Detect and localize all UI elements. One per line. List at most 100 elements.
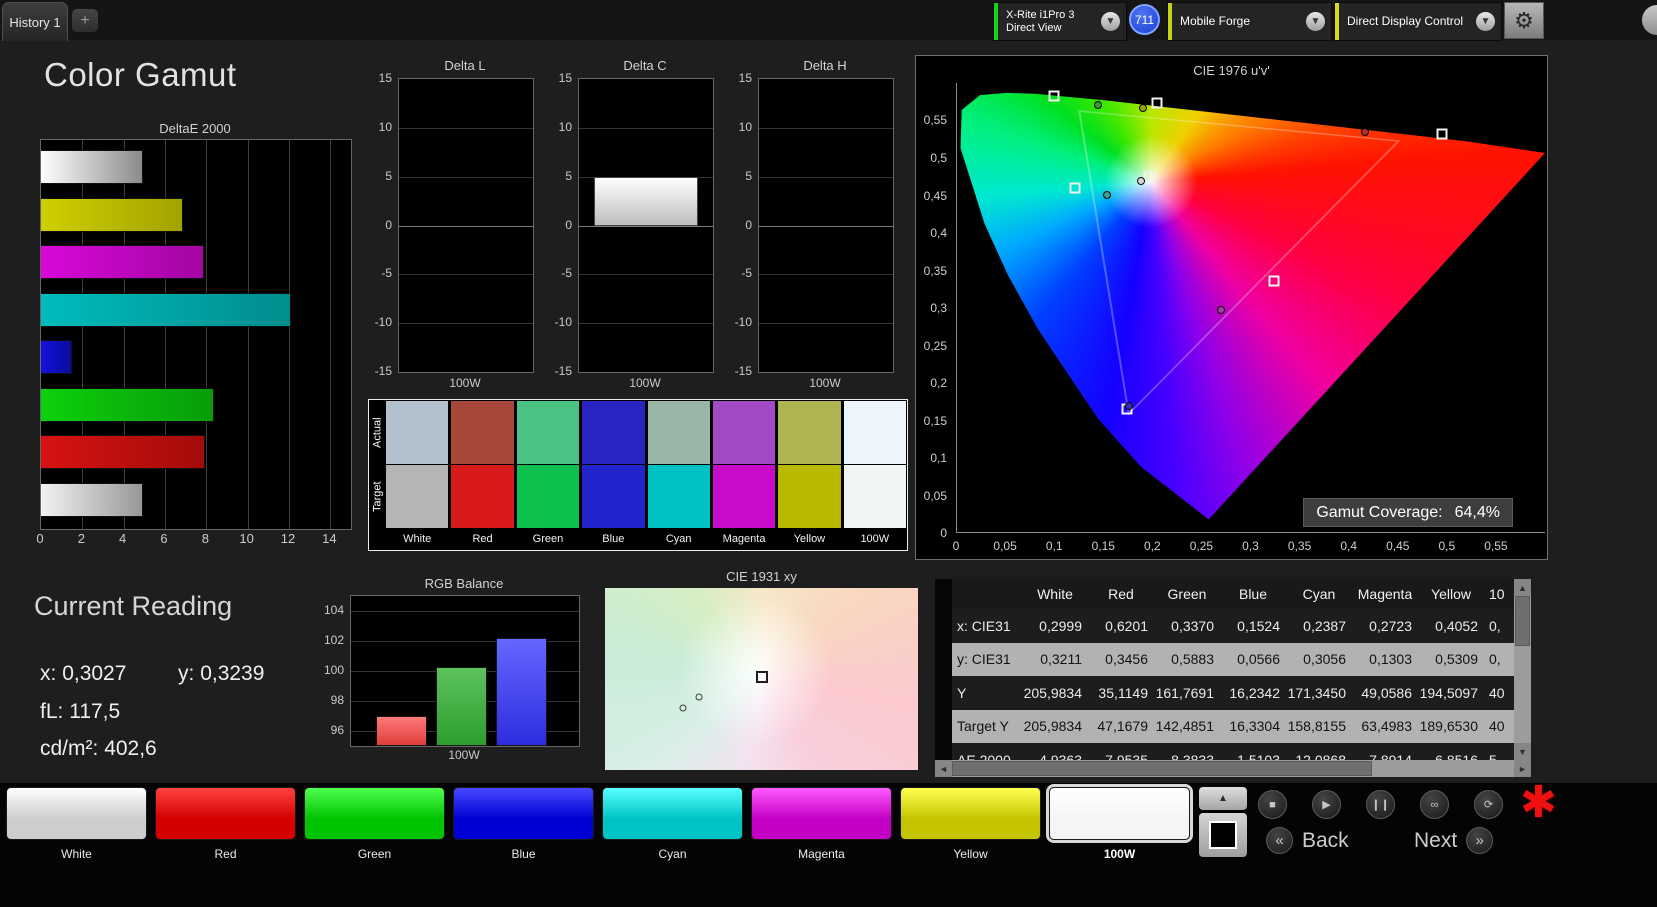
x-tick-label: 0,3 [1242, 539, 1259, 553]
patch-button-blue[interactable]: Blue [453, 787, 594, 861]
cie1931-field [605, 588, 918, 770]
measured-marker-blue [1125, 402, 1134, 411]
table-cell: 49,0586 [1361, 684, 1412, 701]
swatch-column-white: White [386, 401, 449, 550]
scroll-right-icon[interactable]: ► [1514, 760, 1531, 777]
patch-label: Blue [511, 847, 536, 861]
scroll-up-icon[interactable]: ▲ [1514, 579, 1531, 596]
refresh-button[interactable]: ⟳ [1474, 790, 1503, 819]
scroll-down-icon[interactable]: ▼ [1514, 743, 1531, 760]
x-tick-label: 0,1 [1045, 539, 1063, 553]
patch-button-red[interactable]: Red [155, 787, 296, 861]
pause-button[interactable]: ❙❙ [1366, 790, 1395, 819]
patch-swatch [900, 787, 1041, 840]
patch-window-button[interactable] [1199, 813, 1247, 857]
patch-window-icon [1209, 821, 1237, 849]
patch-label: Magenta [798, 847, 845, 861]
source-dropdown[interactable]: Mobile Forge ▼ [1167, 2, 1332, 41]
table-header-cell: 10 [1489, 586, 1505, 602]
y-tick-label: 15 [558, 71, 572, 85]
meter-count-badge[interactable]: 711 [1129, 4, 1160, 35]
measuring-indicator[interactable]: ✱ [1520, 777, 1557, 828]
x-tick-label: 0 [952, 539, 960, 553]
scroll-left-icon[interactable]: ◄ [935, 760, 952, 777]
collapse-button[interactable]: ▲ [1199, 787, 1247, 810]
table-cell: 40 [1489, 684, 1505, 701]
help-button[interactable] [1642, 5, 1657, 35]
patch-button-cyan[interactable]: Cyan [602, 787, 743, 861]
y-tick-label: 0,25 [923, 338, 947, 353]
horizontal-scroll-thumb[interactable] [952, 761, 1372, 776]
settings-button[interactable]: ⚙ [1504, 2, 1544, 39]
stop-button[interactable]: ■ [1258, 790, 1287, 819]
y-tick-label: -10 [374, 315, 392, 330]
delta-c-plot [578, 78, 714, 373]
table-vertical-scrollbar[interactable]: ▲ ▼ [1514, 579, 1531, 760]
patch-button-white[interactable]: White [6, 787, 147, 861]
table-cell: 171,3450 [1287, 684, 1346, 701]
back-button[interactable]: « Back [1266, 827, 1349, 854]
table-row[interactable]: y: CIE31 0,3211 0,3456 0,5883 0,0566 0,3056 0,… [952, 642, 1514, 676]
table-row[interactable]: Target Y 205,9834 47,1679 142,4851 16,3304 15… [952, 709, 1514, 743]
chevron-down-icon[interactable]: ▼ [1476, 12, 1495, 31]
table-cell: 6,8516 [1435, 751, 1478, 760]
display-control-dropdown[interactable]: Direct Display Control ▼ [1334, 2, 1502, 41]
delta-h-title: Delta H [803, 58, 847, 73]
target-marker-white [755, 671, 768, 684]
continuous-button[interactable]: ∞ [1420, 790, 1449, 819]
swatch-label: Yellow [793, 533, 826, 545]
swatch-label: Green [532, 533, 564, 545]
add-tab-button[interactable]: + [72, 9, 98, 32]
deltae-bar-green [41, 387, 215, 422]
table-cell: 35,1149 [1098, 684, 1148, 701]
play-button[interactable]: ▶ [1312, 790, 1341, 819]
table-row[interactable]: x: CIE31 0,2999 0,6201 0,3370 0,1524 0,2387 0,… [952, 609, 1514, 643]
gridline [759, 323, 893, 325]
target-marker-green [1048, 90, 1060, 102]
table-cell: 0,3456 [1105, 651, 1148, 668]
x-tick-label: 8 [201, 531, 209, 546]
patch-button-magenta[interactable]: Magenta [751, 787, 892, 861]
patch-button-yellow[interactable]: Yellow [900, 787, 1041, 861]
cie1976-xlabels: 0 0,05 0,1 0,15 0,2 0,25 0,3 0,35 0,4 0,45 0,5 0,55 [952, 537, 1545, 555]
patch-button-100w[interactable]: 100W [1049, 787, 1190, 861]
delta-l-xlabel: 100W [449, 376, 481, 390]
table-row[interactable]: ΔE 2000 4,9363 7,9535 8,3833 1,5103 12,0868 7,… [952, 743, 1514, 760]
delta-l-title: Delta L [444, 58, 486, 73]
cie1976-panel: CIE 1976 u'v' 0,55 0,5 0,45 0,4 0,35 0,3 0,25 0… [915, 55, 1548, 560]
table-row-label: ΔE 2000 [957, 751, 1011, 760]
current-reading-title: Current Reading [34, 591, 233, 621]
table-cell: 16,2342 [1229, 684, 1280, 701]
x-tick-label: 0,2 [1143, 539, 1161, 553]
chevron-down-icon[interactable]: ▼ [1306, 12, 1325, 31]
y-tick-label: 0 [565, 217, 572, 232]
meter-dropdown[interactable]: X-Rite i1Pro 3 Direct View ▼ [993, 2, 1127, 41]
table-cell: 5 [1489, 751, 1497, 760]
table-row-label: Target Y [957, 718, 1009, 735]
display-control-label: Direct Display Control [1347, 15, 1464, 28]
patch-label: Green [357, 847, 392, 861]
next-button[interactable]: Next » [1414, 827, 1494, 854]
reading-y-label: y: [178, 662, 195, 685]
pause-icon: ❙❙ [1371, 799, 1390, 811]
vertical-scroll-thumb[interactable] [1515, 596, 1530, 646]
gridline [399, 176, 533, 178]
table-row-label: Y [957, 684, 967, 701]
table-row[interactable]: Y 205,9834 35,1149 161,7691 16,2342 171,3450 4… [952, 676, 1514, 710]
x-tick-label: 0,4 [1340, 539, 1357, 553]
table-header-cell: Red [1108, 586, 1134, 602]
reading-cd-label: cd/m²: [40, 737, 99, 760]
gridline [399, 225, 533, 227]
x-tick-label: 0,5 [1438, 539, 1456, 553]
history-tab[interactable]: History 1 [2, 2, 68, 41]
x-tick-label: 4 [119, 531, 127, 546]
table-horizontal-scrollbar[interactable]: ◄ ► [935, 760, 1531, 777]
swatch-target [451, 465, 514, 528]
swatch-target [843, 465, 906, 528]
patch-button-green[interactable]: Green [304, 787, 445, 861]
back-label: Back [1302, 828, 1349, 852]
chevron-down-icon[interactable]: ▼ [1101, 12, 1120, 31]
table-cell: 0,2387 [1303, 617, 1346, 634]
table-cell: 205,9834 [1023, 718, 1082, 735]
patch-swatch [602, 787, 743, 840]
